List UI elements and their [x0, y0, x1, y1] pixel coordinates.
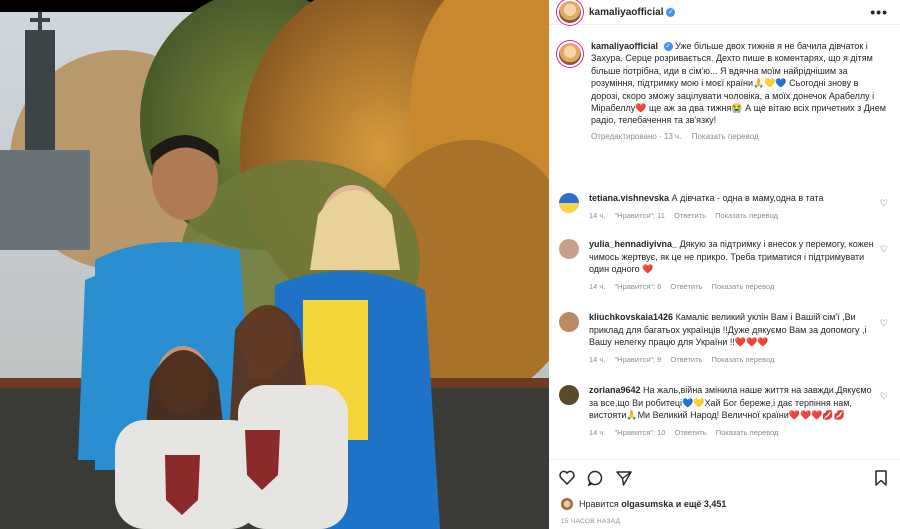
commenter-username[interactable]: yulia_hennadiyivna_	[589, 239, 677, 249]
comment-reply-button[interactable]: Ответить	[675, 428, 707, 437]
paper-plane-icon[interactable]	[616, 470, 632, 489]
comment-reply-button[interactable]: Ответить	[670, 355, 702, 364]
commenter-avatar[interactable]	[559, 312, 579, 332]
post-caption: kamaliyaofficial ✓ Уже більше двох тижні…	[549, 40, 900, 143]
comment-item: kliuchkovskaia1426 Камаліє великий уклін…	[559, 311, 894, 366]
comment-item: tetiana.vishnevska А дівчатка - одна в м…	[559, 192, 894, 222]
likes-prefix: Нравится	[579, 499, 619, 509]
verified-badge-icon: ✓	[663, 42, 673, 51]
comment-likes[interactable]: "Нравится": 9	[615, 355, 662, 364]
comment-likes[interactable]: "Нравится": 6	[615, 282, 662, 291]
comment-translate-link[interactable]: Показать перевод	[712, 355, 775, 364]
post-header: kamaliyaofficial ✓ •••	[549, 0, 900, 25]
comment-time: 14 ч.	[589, 281, 606, 291]
comment-text: А дівчатка - одна в маму,одна в тата	[671, 193, 824, 203]
liker-avatar	[561, 498, 573, 510]
comment-item: zoriana9642 На жаль,війна змінила наше ж…	[559, 384, 894, 439]
commenter-avatar[interactable]	[559, 385, 579, 405]
comment-likes[interactable]: "Нравится": 10	[615, 428, 666, 437]
commenter-avatar[interactable]	[559, 193, 579, 213]
comment-bubble-icon[interactable]	[587, 470, 603, 489]
likes-summary[interactable]: Нравится olgasumska и ещё 3,451	[561, 498, 726, 510]
post-side-panel: kamaliyaofficial ✓ ••• kamaliyaofficial …	[549, 0, 900, 529]
author-avatar[interactable]	[559, 1, 581, 23]
post-timestamp: 15 ЧАСОВ НАЗАД	[561, 518, 621, 525]
comment-item: yulia_hennadiyivna_ Дякую за підтримку і…	[559, 238, 894, 293]
commenter-username[interactable]: kliuchkovskaia1426	[589, 312, 673, 322]
comment-like-icon[interactable]: ♡	[880, 198, 888, 209]
bookmark-icon[interactable]	[874, 470, 888, 489]
post-actions-bar	[549, 459, 900, 494]
caption-translate-link[interactable]: Показать перевод	[692, 132, 759, 141]
more-options-icon[interactable]: •••	[870, 4, 888, 20]
comment-translate-link[interactable]: Показать перевод	[716, 428, 779, 437]
author-username[interactable]: kamaliyaofficial	[589, 7, 663, 18]
verified-badge-icon: ✓	[666, 7, 676, 17]
caption-author-avatar[interactable]	[559, 43, 581, 65]
comment-translate-link[interactable]: Показать перевод	[712, 282, 775, 291]
commenter-username[interactable]: zoriana9642	[589, 385, 641, 395]
comment-time: 14 ч.	[589, 354, 606, 364]
comment-like-icon[interactable]: ♡	[880, 391, 888, 402]
comment-reply-button[interactable]: Ответить	[674, 211, 706, 220]
comment-time: 14 ч.	[589, 210, 606, 220]
caption-username[interactable]: kamaliyaofficial	[591, 41, 658, 51]
commenter-username[interactable]: tetiana.vishnevska	[589, 193, 669, 203]
liker-username[interactable]: olgasumska	[621, 499, 673, 509]
comment-likes[interactable]: "Нравится": 11	[615, 211, 665, 220]
likes-count[interactable]: и ещё 3,451	[676, 499, 727, 509]
commenter-avatar[interactable]	[559, 239, 579, 259]
comment-time: 14 ч.	[589, 427, 606, 437]
comment-translate-link[interactable]: Показать перевод	[715, 211, 778, 220]
comment-like-icon[interactable]: ♡	[880, 244, 888, 255]
post-photo[interactable]	[0, 0, 549, 529]
comment-like-icon[interactable]: ♡	[880, 318, 888, 329]
heart-outline-icon[interactable]	[559, 470, 575, 488]
caption-text: Уже більше двох тижнів я не бачила дівча…	[591, 41, 886, 126]
caption-edited-time: Отредактировано · 13 ч.	[591, 131, 682, 141]
family-photo	[0, 0, 549, 529]
comment-reply-button[interactable]: Ответить	[670, 282, 702, 291]
